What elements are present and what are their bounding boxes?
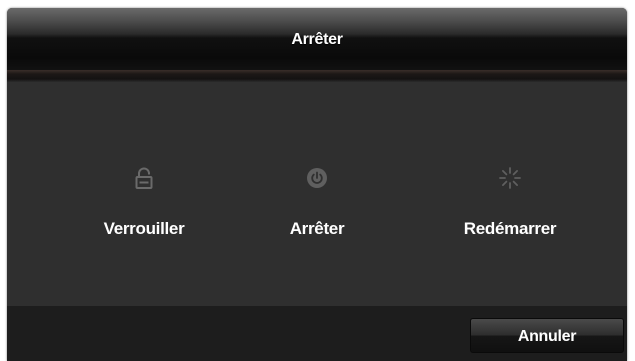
restart-spinner-icon — [498, 166, 522, 190]
shutdown-option[interactable]: Arrêter — [227, 82, 407, 306]
dialog-titlebar: Arrêter — [7, 8, 627, 70]
titlebar-separator — [7, 70, 627, 82]
power-icon — [305, 166, 329, 190]
restart-option[interactable]: Redémarrer — [420, 82, 600, 306]
dialog-title: Arrêter — [291, 31, 343, 48]
lock-label: Verrouiller — [103, 219, 185, 238]
dialog-footer: Annuler — [7, 306, 627, 361]
cancel-button[interactable]: Annuler — [470, 318, 624, 353]
dialog-content: Verrouiller Arrêter Redémarrer — [7, 82, 627, 306]
restart-label: Redémarrer — [463, 219, 557, 238]
lock-option[interactable]: Verrouiller — [54, 82, 234, 306]
lock-icon — [132, 166, 156, 190]
shutdown-label: Arrêter — [289, 219, 345, 238]
shutdown-dialog: Arrêter Verrouiller Arrêter Redémarrer A… — [7, 8, 627, 361]
